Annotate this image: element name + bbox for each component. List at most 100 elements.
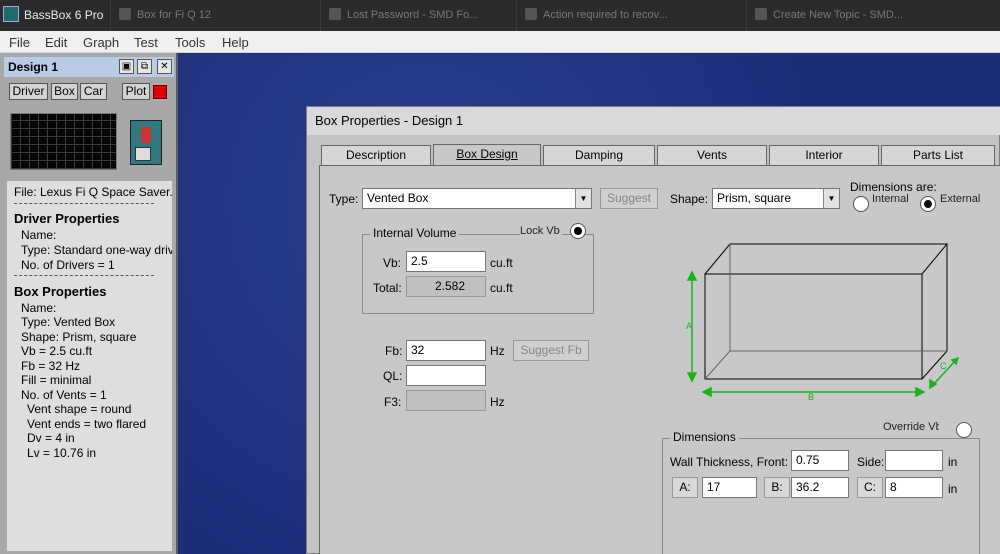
background-tab-4[interactable]: Create New Topic - SMD... — [746, 0, 1000, 31]
total-unit: cu.ft — [490, 281, 513, 295]
tab-damping[interactable]: Damping — [543, 145, 655, 165]
arrowhead-icon — [701, 386, 712, 398]
box-properties-dialog: Box Properties - Design 1 Description Bo… — [306, 106, 1000, 554]
box-design-tab-body: Type: Vented Box ▼ Suggest Shape: Prism,… — [319, 165, 1000, 554]
wall-front-input[interactable]: 0.75 — [791, 450, 849, 471]
suggest-fb-button[interactable]: Suggest Fb — [513, 340, 589, 361]
side-unit: in — [948, 455, 958, 469]
override-vb-label: Override Vb — [883, 422, 939, 434]
tab-favicon-icon — [755, 8, 767, 20]
internal-radio-label: Internal — [872, 194, 909, 205]
dim-c-label: C: — [857, 477, 883, 498]
dim-c-input[interactable]: 8 — [885, 477, 943, 498]
arrowhead-icon — [686, 372, 698, 383]
arrowhead-icon — [686, 270, 698, 281]
side-label: Side: — [857, 455, 885, 469]
design-summary: File: Lexus Fi Q Space Saver.bb6 Driver … — [7, 181, 172, 551]
save-icon[interactable]: ▣ — [119, 59, 134, 74]
bassbox-app-icon — [3, 6, 19, 22]
dim-a-input[interactable]: 17 — [702, 477, 757, 498]
vb-input[interactable]: 2.5 — [406, 251, 486, 272]
vent-ends-line: Vent ends = two flared — [27, 417, 147, 431]
design-title: Design 1 — [8, 60, 59, 74]
diagram-label-c: C — [940, 361, 947, 371]
dim-b-label: B: — [764, 477, 790, 498]
tab-box-design[interactable]: Box Design — [433, 144, 541, 166]
internal-radio[interactable] — [853, 196, 869, 212]
dim-a-label: A: — [672, 477, 698, 498]
ql-input[interactable] — [406, 365, 486, 386]
box-button[interactable]: Box — [51, 83, 78, 100]
shape-select[interactable]: Prism, square ▼ — [712, 188, 840, 209]
separator — [14, 275, 154, 276]
box-side-edges — [921, 244, 948, 380]
override-vb-radio[interactable] — [956, 422, 972, 438]
f3-readonly-field — [406, 390, 486, 411]
driver-type-line: Type: Standard one-way driver — [21, 243, 172, 257]
background-tab-3[interactable]: Action required to recov... — [516, 0, 746, 31]
shape-label: Shape: — [670, 192, 709, 206]
lock-vb-label: Lock Vb — [520, 226, 562, 238]
response-graph-thumbnail[interactable] — [10, 113, 117, 170]
menu-help[interactable]: Help — [222, 35, 249, 50]
menu-graph[interactable]: Graph — [83, 35, 119, 50]
menu-tools[interactable]: Tools — [175, 35, 205, 50]
c-unit: in — [948, 482, 958, 496]
box-type-line: Type: Vented Box — [21, 315, 116, 329]
driver-button[interactable]: Driver — [9, 83, 48, 100]
chevron-down-icon: ▼ — [823, 189, 839, 208]
tab-interior[interactable]: Interior — [769, 145, 879, 165]
menu-test[interactable]: Test — [134, 35, 158, 50]
app-title: BassBox 6 Pro — [24, 8, 104, 22]
ql-label: QL: — [383, 369, 403, 383]
box-dimensions-diagram: A B C — [686, 243, 960, 402]
fb-input[interactable]: 32 — [406, 340, 486, 361]
wall-side-input[interactable] — [885, 450, 943, 471]
chevron-down-icon: ▼ — [575, 189, 591, 208]
speaker-box-mark — [135, 147, 151, 161]
external-radio-label: External — [940, 194, 980, 205]
total-readonly-field: 2.582 — [406, 276, 486, 297]
menu-file[interactable]: File — [9, 35, 30, 50]
file-line: File: Lexus Fi Q Space Saver.bb6 — [14, 185, 172, 199]
suggest-button[interactable]: Suggest — [600, 188, 658, 209]
background-tab-1[interactable]: Box for Fi Q 12 — [110, 0, 320, 31]
vent-dv-line: Dv = 4 in — [27, 431, 75, 445]
menu-edit[interactable]: Edit — [45, 35, 67, 50]
shape-select-value: Prism, square — [717, 191, 792, 205]
lock-vb-radio[interactable] — [570, 223, 586, 239]
car-button[interactable]: Car — [80, 83, 107, 100]
speaker-icon[interactable] — [130, 120, 162, 165]
copy-icon[interactable]: ⧉ — [137, 59, 152, 74]
box-shape-line: Shape: Prism, square — [21, 330, 137, 344]
type-label: Type: — [329, 192, 359, 206]
driver-properties-heading: Driver Properties — [14, 211, 120, 226]
box-vents-line: No. of Vents = 1 — [21, 388, 107, 402]
dialog-titlebar: Box Properties - Design 1 — [307, 107, 1000, 135]
background-tab-2[interactable]: Lost Password - SMD Fo... — [320, 0, 516, 31]
tab-parts-list[interactable]: Parts List — [881, 145, 995, 165]
plot-button[interactable]: Plot — [122, 83, 150, 100]
dim-b-input[interactable]: 36.2 — [791, 477, 849, 498]
box-fill-line: Fill = minimal — [21, 373, 92, 387]
box-front-face — [704, 273, 923, 380]
external-radio[interactable] — [920, 196, 936, 212]
tab-favicon-icon — [119, 8, 131, 20]
type-select-value: Vented Box — [367, 191, 429, 205]
tab-vents[interactable]: Vents — [657, 145, 767, 165]
tab-description[interactable]: Description — [321, 145, 431, 165]
box-hidden-edges — [729, 244, 947, 352]
plot-color-indicator[interactable] — [153, 85, 167, 99]
vent-shape-line: Vent shape = round — [27, 402, 132, 416]
design-panel-header: Design 1 ▣ ⧉ ✕ — [4, 57, 174, 77]
type-select[interactable]: Vented Box ▼ — [362, 188, 592, 209]
f3-label: F3: — [384, 395, 402, 409]
tab-favicon-icon — [525, 8, 537, 20]
dialog-tabs: Description Box Design Damping Vents Int… — [307, 144, 1000, 167]
box-vb-line: Vb = 2.5 cu.ft — [21, 344, 93, 358]
diagram-label-a: A — [686, 321, 692, 331]
internal-volume-label: Internal Volume — [370, 226, 460, 240]
box-top-edges — [704, 243, 949, 275]
close-icon[interactable]: ✕ — [157, 59, 172, 74]
f3-unit: Hz — [490, 395, 505, 409]
